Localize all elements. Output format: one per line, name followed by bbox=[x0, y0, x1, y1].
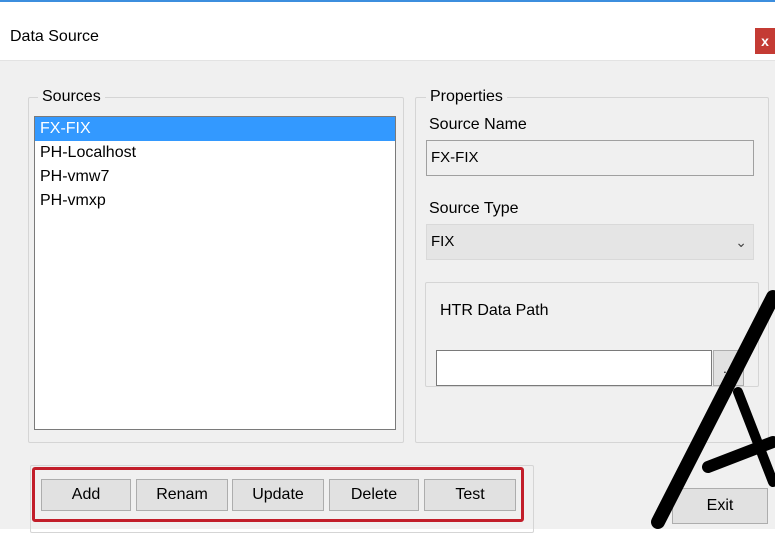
browse-button[interactable]: ... bbox=[713, 350, 744, 386]
htr-path-label: HTR Data Path bbox=[440, 302, 549, 319]
properties-legend: Properties bbox=[426, 88, 507, 106]
close-icon: x bbox=[761, 33, 769, 49]
sources-legend: Sources bbox=[38, 88, 105, 106]
list-item[interactable]: PH-Localhost bbox=[35, 141, 395, 165]
close-button[interactable]: x bbox=[755, 28, 775, 54]
title-bar: Data Source x bbox=[0, 2, 775, 61]
source-type-value: FIX bbox=[431, 233, 455, 250]
list-item[interactable]: PH-vmxp bbox=[35, 189, 395, 213]
source-type-label: Source Type bbox=[429, 200, 519, 217]
source-type-select[interactable]: FIX ⌄ bbox=[426, 224, 754, 260]
data-source-dialog: Data Source x Sources FX-FIX PH-Localhos… bbox=[0, 0, 775, 533]
sources-listbox[interactable]: FX-FIX PH-Localhost PH-vmw7 PH-vmxp bbox=[34, 116, 396, 430]
list-item[interactable]: PH-vmw7 bbox=[35, 165, 395, 189]
source-name-label: Source Name bbox=[429, 116, 527, 133]
button-highlight-box bbox=[32, 467, 524, 522]
htr-path-input[interactable] bbox=[436, 350, 712, 386]
exit-button[interactable]: Exit bbox=[672, 488, 768, 524]
chevron-down-icon: ⌄ bbox=[735, 234, 747, 250]
source-name-field[interactable]: FX-FIX bbox=[426, 140, 754, 176]
window-title: Data Source bbox=[10, 28, 99, 45]
list-item[interactable]: FX-FIX bbox=[35, 117, 395, 141]
